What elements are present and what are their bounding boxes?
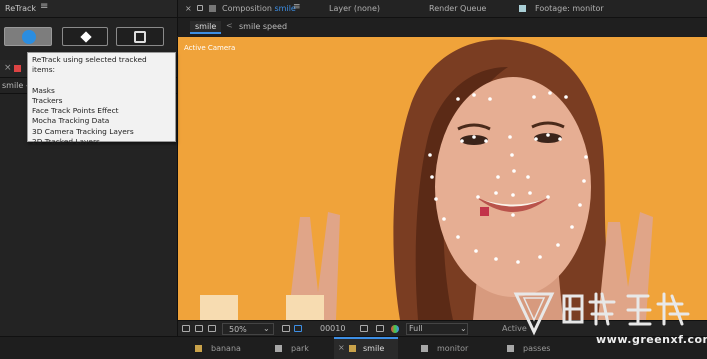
- resolution-value: Full: [409, 324, 423, 333]
- tab-park[interactable]: park: [291, 344, 309, 353]
- tooltip-heading: ReTrack using selected tracked items:: [32, 55, 147, 75]
- label-color-swatch: [14, 65, 21, 72]
- subtab-smile-speed[interactable]: smile speed: [239, 22, 287, 31]
- monitor-icon[interactable]: [195, 325, 203, 332]
- footage-icon: [519, 5, 526, 12]
- lock-icon[interactable]: [197, 5, 203, 11]
- zoom-value: 50%: [229, 325, 247, 334]
- viewer-tab-bar: × Composition smile ≡ Layer (none) Rende…: [177, 0, 707, 18]
- vr-icon[interactable]: [208, 325, 216, 332]
- tab-monitor[interactable]: monitor: [437, 344, 468, 353]
- tooltip-item: Face Track Points Effect: [32, 106, 119, 116]
- panel-menu-icon[interactable]: ≡: [40, 1, 48, 12]
- tooltip-item: Trackers: [32, 95, 63, 105]
- tab-smile[interactable]: smile: [363, 344, 384, 353]
- selected-track-point: [480, 207, 489, 216]
- face-icon: [22, 30, 36, 44]
- tab-composition[interactable]: Composition smile: [222, 4, 296, 13]
- close-icon[interactable]: ×: [338, 343, 345, 352]
- chevron-down-icon: ⌄: [460, 324, 467, 333]
- subtab-smile[interactable]: smile: [190, 21, 222, 34]
- snapshot-icon[interactable]: [376, 325, 384, 332]
- always-preview-icon[interactable]: [182, 325, 190, 332]
- tab-swatch: [507, 345, 514, 352]
- tab-swatch: [195, 345, 202, 352]
- retrack-panel-header: ReTrack ≡: [0, 0, 177, 18]
- color-channel-icon[interactable]: [391, 325, 399, 333]
- composition-icon: [209, 5, 216, 12]
- watermark-url: www.greenxf.com: [596, 333, 707, 346]
- composition-subtab-bar: smile < smile speed: [177, 18, 707, 36]
- composition-viewer[interactable]: Active Camera: [177, 37, 707, 320]
- zoom-select[interactable]: 50% ⌄: [222, 323, 274, 335]
- chevron-down-icon: ⌄: [263, 324, 270, 333]
- close-icon[interactable]: ×: [4, 63, 12, 73]
- track-points-icon: [134, 31, 146, 43]
- tooltip-item: 2D Tracked Layers: [32, 137, 100, 147]
- tab-render-queue[interactable]: Render Queue: [429, 4, 486, 13]
- tooltip-item: Mocha Tracking Data: [32, 116, 110, 126]
- retrack-tooltip: ReTrack using selected tracked items: Ma…: [27, 52, 176, 146]
- diamond-icon: [80, 31, 92, 43]
- tab-banana[interactable]: banana: [211, 344, 241, 353]
- tooltip-item: 3D Camera Tracking Layers: [32, 126, 134, 136]
- retrack-panel-title: ReTrack: [5, 4, 37, 13]
- chevron-left-icon: <: [226, 21, 233, 30]
- panel-menu-icon[interactable]: ≡: [293, 2, 301, 12]
- viewer-image: [200, 39, 653, 320]
- tab-layer[interactable]: Layer (none): [329, 4, 380, 13]
- tracker-retrack-button[interactable]: [116, 27, 164, 46]
- tab-swatch: [275, 345, 282, 352]
- watermark-logo: [513, 292, 690, 336]
- mask-visibility-icon[interactable]: [294, 325, 302, 332]
- current-time[interactable]: 00010: [320, 324, 345, 333]
- tab-composition-prefix: Composition: [222, 4, 275, 13]
- tab-footage[interactable]: Footage: monitor: [535, 4, 604, 13]
- tab-swatch: [349, 345, 356, 352]
- face-retrack-button[interactable]: [4, 27, 52, 46]
- active-camera-label: Active Camera: [184, 44, 236, 52]
- tab-swatch: [421, 345, 428, 352]
- tab-passes[interactable]: passes: [523, 344, 550, 353]
- keyframe-retrack-button[interactable]: [62, 27, 108, 46]
- tooltip-item: Masks: [32, 85, 55, 95]
- grid-icon[interactable]: [282, 325, 290, 332]
- close-icon[interactable]: ×: [185, 4, 192, 13]
- project-row-label[interactable]: smile -: [2, 81, 29, 90]
- camera-icon[interactable]: [360, 325, 368, 332]
